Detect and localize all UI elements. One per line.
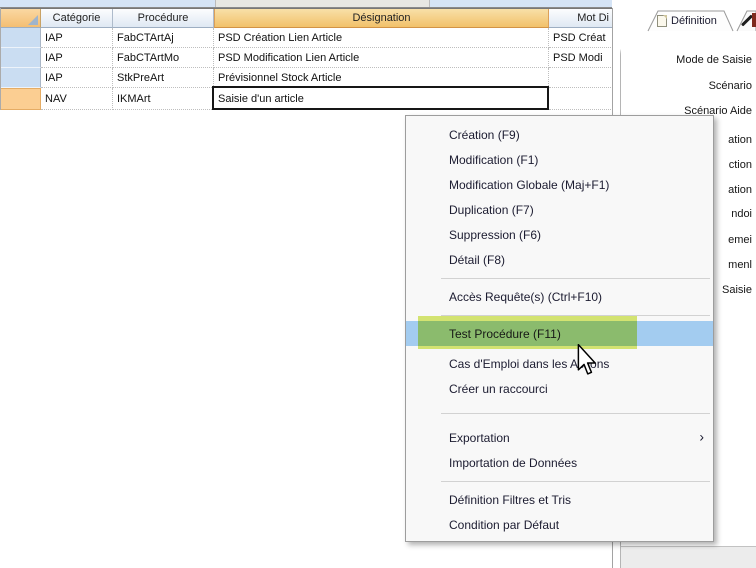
menu-item[interactable]: Modification Globale (Maj+F1) bbox=[406, 172, 713, 197]
table-cell[interactable]: NAV bbox=[41, 88, 113, 110]
context-menu: Création (F9)Modification (F1)Modificati… bbox=[405, 115, 714, 542]
menu-item[interactable]: Condition par Défaut bbox=[406, 512, 713, 537]
panel-field-label-fragment: ation bbox=[728, 184, 752, 196]
clipped-tab-glyph bbox=[752, 13, 756, 27]
row-selector-cell[interactable] bbox=[1, 28, 41, 48]
submenu-arrow-icon: › bbox=[699, 428, 704, 444]
panel-field-label-fragment: Saisie bbox=[722, 284, 752, 296]
menu-item[interactable]: Définition Filtres et Tris bbox=[406, 487, 713, 512]
panel-footer-area bbox=[621, 546, 756, 568]
procedures-table: CatégorieProcédureDésignationMot Di IAPF… bbox=[0, 8, 613, 110]
table-cell[interactable]: IKMArt bbox=[113, 88, 214, 110]
menu-item[interactable]: Cas d'Emploi dans les Actions bbox=[406, 351, 713, 376]
menu-separator-line bbox=[441, 278, 710, 279]
table-cell[interactable] bbox=[549, 68, 613, 88]
menu-separator bbox=[406, 475, 713, 487]
panel-field-label: Scénario bbox=[709, 80, 752, 92]
menu-item[interactable]: Duplication (F7) bbox=[406, 197, 713, 222]
table-cell[interactable]: IAP bbox=[41, 48, 113, 68]
menu-item[interactable]: Création (F9) bbox=[406, 122, 713, 147]
menu-item[interactable]: Exportation› bbox=[406, 425, 713, 450]
panel-field-label-fragment: menl bbox=[728, 259, 752, 271]
menu-separator bbox=[406, 309, 713, 321]
row-selector-cell[interactable] bbox=[1, 68, 41, 88]
table-horizontal-scrollbar[interactable] bbox=[0, 0, 612, 8]
column-header[interactable]: Procédure bbox=[113, 9, 214, 28]
table-cell[interactable]: FabCTArtMo bbox=[113, 48, 214, 68]
menu-item[interactable]: Importation de Données bbox=[406, 450, 713, 475]
application-window: CatégorieProcédureDésignationMot Di IAPF… bbox=[0, 0, 756, 568]
column-header[interactable]: Mot Di bbox=[549, 9, 613, 28]
menu-item[interactable]: Détail (F8) bbox=[406, 247, 713, 272]
table-cell[interactable]: PSD Création Lien Article bbox=[214, 28, 549, 48]
table-cell[interactable]: IAP bbox=[41, 68, 113, 88]
sort-corner-triangle-icon bbox=[28, 15, 38, 25]
tab-definition-label: Définition bbox=[671, 15, 717, 27]
column-header[interactable]: Catégorie bbox=[41, 9, 113, 28]
tab-definition[interactable]: Définition bbox=[657, 12, 717, 29]
row-selector-cell[interactable] bbox=[1, 88, 41, 110]
table-header-row: CatégorieProcédureDésignationMot Di bbox=[1, 8, 613, 28]
panel-field-label-fragment: ation bbox=[728, 134, 752, 146]
table-cell[interactable]: Saisie d'un article bbox=[214, 88, 549, 110]
menu-item[interactable]: Modification (F1) bbox=[406, 147, 713, 172]
menu-item[interactable]: Créer un raccourci bbox=[406, 376, 713, 401]
menu-item[interactable]: Suppression (F6) bbox=[406, 222, 713, 247]
menu-separator bbox=[406, 401, 713, 425]
table-cell[interactable]: PSD Modification Lien Article bbox=[214, 48, 549, 68]
table-body: IAPFabCTArtAjPSD Création Lien ArticlePS… bbox=[1, 28, 613, 110]
menu-item[interactable]: Accès Requête(s) (Ctrl+F10) bbox=[406, 284, 713, 309]
panel-field-label-fragment: ction bbox=[729, 159, 752, 171]
table-cell[interactable]: FabCTArtAj bbox=[113, 28, 214, 48]
menu-item[interactable]: Test Procédure (F11) bbox=[406, 321, 713, 346]
table-cell[interactable]: IAP bbox=[41, 28, 113, 48]
menu-separator-line bbox=[441, 481, 710, 482]
panel-field-label-fragment: ndoi bbox=[731, 208, 752, 220]
scrollbar-thumb[interactable] bbox=[215, 0, 430, 7]
menu-separator-line bbox=[441, 315, 710, 316]
column-header[interactable]: Désignation bbox=[214, 9, 549, 28]
table-row: IAPFabCTArtMoPSD Modification Lien Artic… bbox=[1, 48, 613, 68]
table-row: IAPFabCTArtAjPSD Création Lien ArticlePS… bbox=[1, 28, 613, 48]
note-page-icon bbox=[657, 15, 667, 27]
table-cell[interactable]: PSD Modi bbox=[549, 48, 613, 68]
table-cell[interactable]: Prévisionnel Stock Article bbox=[214, 68, 549, 88]
table-row: IAPStkPreArtPrévisionnel Stock Article bbox=[1, 68, 613, 88]
table-cell[interactable]: PSD Créat bbox=[549, 28, 613, 48]
table-cell[interactable] bbox=[549, 88, 613, 110]
table-row: NAVIKMArtSaisie d'un article bbox=[1, 88, 613, 110]
panel-field-label-fragment: emei bbox=[728, 234, 752, 246]
table-cell[interactable]: StkPreArt bbox=[113, 68, 214, 88]
menu-separator-line bbox=[441, 413, 710, 414]
panel-field-label: Mode de Saisie bbox=[676, 54, 752, 66]
row-selector-header[interactable] bbox=[1, 9, 41, 28]
row-selector-cell[interactable] bbox=[1, 48, 41, 68]
menu-separator bbox=[406, 272, 713, 284]
